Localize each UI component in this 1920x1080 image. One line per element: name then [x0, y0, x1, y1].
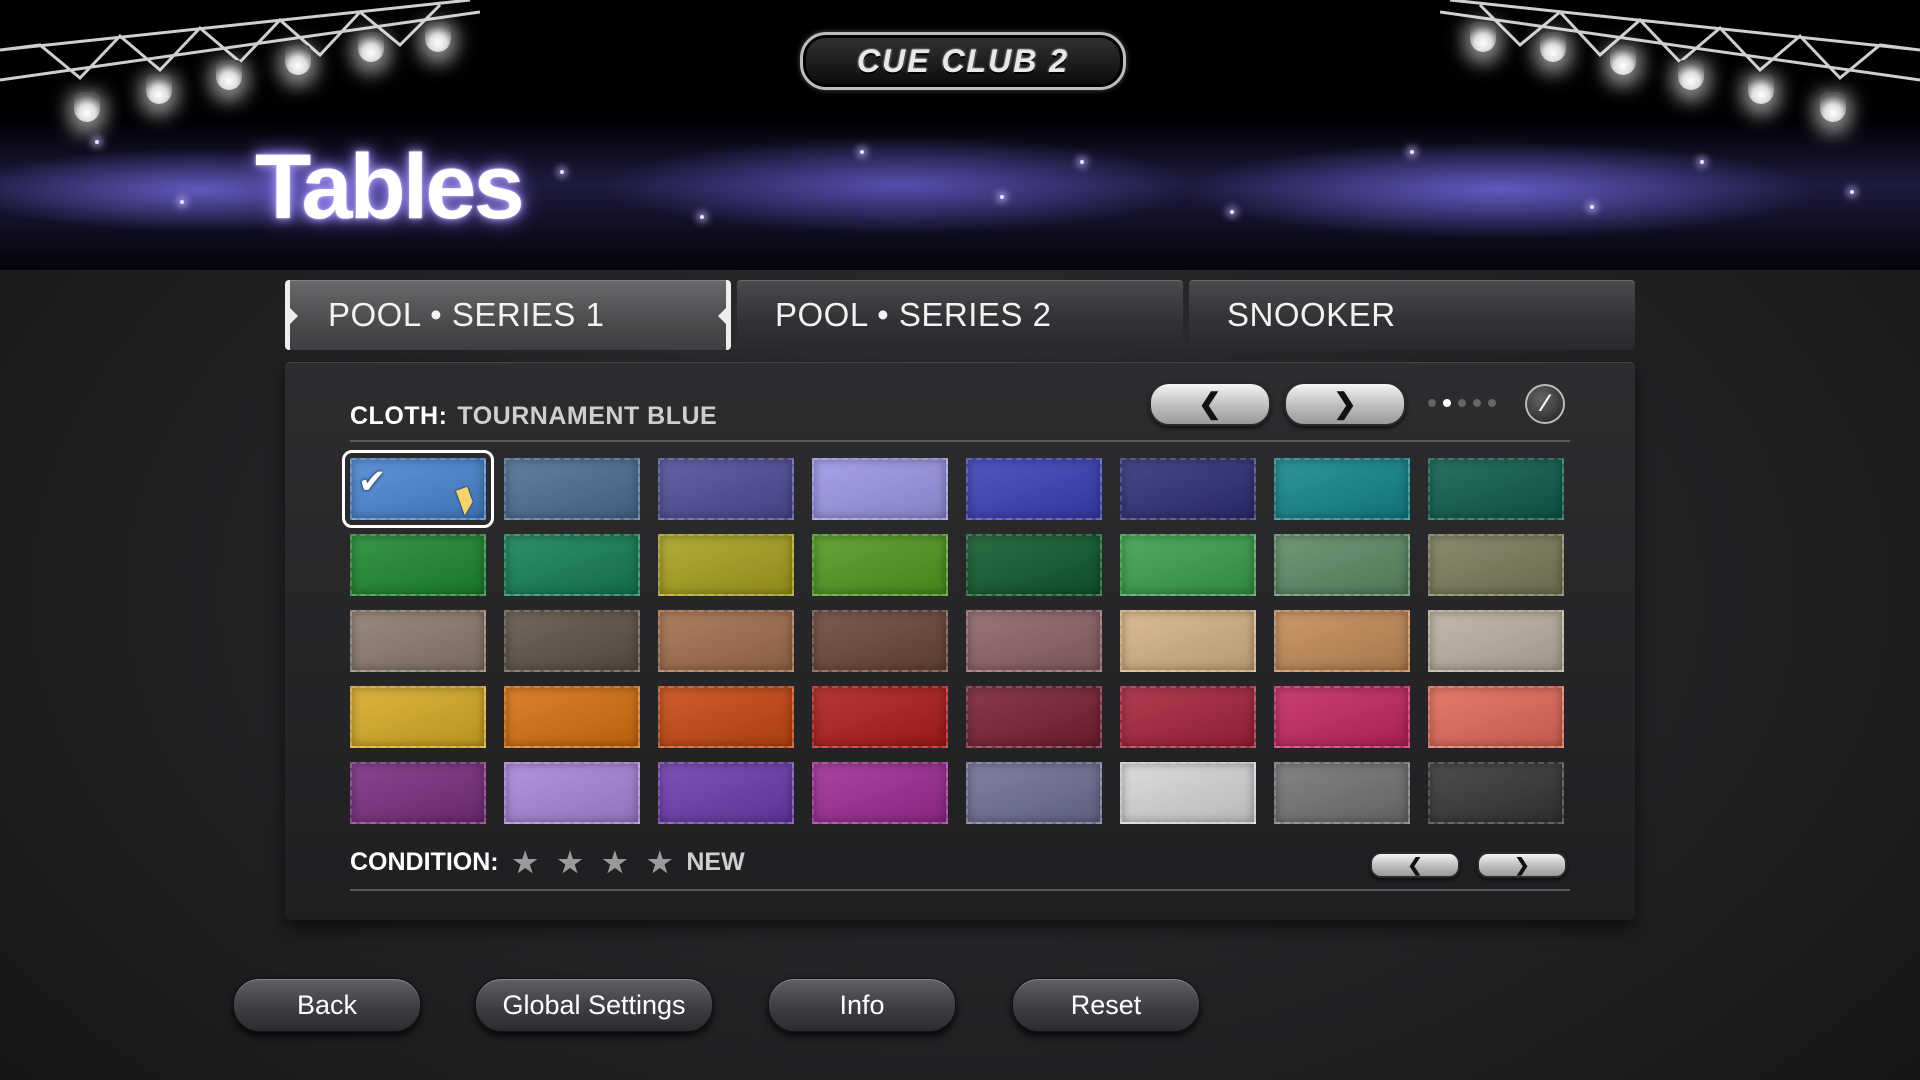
edit-slash-button[interactable]: ∕: [1525, 384, 1565, 424]
page-dot: [1458, 399, 1466, 407]
cloth-swatch[interactable]: [1428, 534, 1564, 596]
cloth-swatch[interactable]: [1120, 686, 1256, 748]
cloth-swatch[interactable]: [504, 534, 640, 596]
cloth-swatch[interactable]: [966, 686, 1102, 748]
cloth-swatch[interactable]: [1274, 534, 1410, 596]
chevron-right-icon: ❯: [1514, 855, 1530, 875]
cloth-swatch-selected[interactable]: ✔: [342, 450, 494, 528]
condition-row: CONDITION: ★ ★ ★ ★ NEW: [350, 846, 745, 879]
page-dot: [1428, 399, 1436, 407]
info-button[interactable]: Info: [768, 978, 956, 1032]
cloth-swatch[interactable]: [966, 458, 1102, 520]
spotlight-icon: [216, 60, 242, 90]
cloth-swatch[interactable]: [1274, 458, 1410, 520]
cloth-swatch[interactable]: [1274, 686, 1410, 748]
cloth-swatch[interactable]: [658, 534, 794, 596]
spotlight-icon: [358, 32, 384, 62]
spotlight-icon: [146, 74, 172, 104]
spotlight-icon: [1678, 60, 1704, 90]
spotlight-icon: [1470, 22, 1496, 52]
cloth-swatch[interactable]: [1428, 762, 1564, 824]
cloth-swatch[interactable]: [812, 610, 948, 672]
cloth-swatch[interactable]: [504, 762, 640, 824]
cloth-swatch[interactable]: [966, 610, 1102, 672]
cloth-swatch[interactable]: [812, 534, 948, 596]
cloth-label: CLOTH:: [350, 402, 448, 430]
cloth-swatch[interactable]: [1274, 762, 1410, 824]
condition-next-button[interactable]: ❯: [1477, 852, 1567, 878]
page-title: Tables: [255, 136, 525, 238]
spotlight-icon: [1610, 45, 1636, 75]
cloth-swatch[interactable]: [350, 762, 486, 824]
cloth-swatch[interactable]: [658, 762, 794, 824]
spotlight-icon: [1820, 92, 1846, 122]
cloth-divider: [350, 440, 1570, 442]
cloth-swatch[interactable]: [350, 686, 486, 748]
cloth-swatch[interactable]: [812, 686, 948, 748]
page-indicator: [1428, 399, 1496, 407]
cloth-swatch[interactable]: [1428, 610, 1564, 672]
cloth-swatch[interactable]: [350, 610, 486, 672]
page-dot-current: [1443, 399, 1451, 407]
spotlight-icon: [425, 22, 451, 52]
game-logo: CUE CLUB 2: [800, 32, 1126, 90]
cloth-swatch[interactable]: [658, 686, 794, 748]
cloth-swatch[interactable]: [504, 610, 640, 672]
cloth-swatch[interactable]: [504, 686, 640, 748]
cloth-heading: CLOTH: TOURNAMENT BLUE: [350, 402, 717, 431]
global-settings-button[interactable]: Global Settings: [475, 978, 713, 1032]
cloth-panel: CLOTH: TOURNAMENT BLUE ❮ ❯ ∕ ✔ CONDITION:…: [285, 362, 1635, 920]
cloth-value: TOURNAMENT BLUE: [457, 402, 718, 430]
cloth-swatch[interactable]: [1428, 686, 1564, 748]
condition-value: NEW: [686, 848, 745, 876]
slash-icon: ∕: [1542, 390, 1547, 417]
cloth-swatch[interactable]: [1120, 458, 1256, 520]
tab-pool-series-1[interactable]: POOL • SERIES 1: [285, 280, 731, 350]
cloth-swatch[interactable]: [966, 534, 1102, 596]
page-dot: [1488, 399, 1496, 407]
chevron-left-icon: ❮: [1407, 855, 1423, 875]
tab-pool-series-2[interactable]: POOL • SERIES 2: [737, 280, 1183, 350]
cloth-swatch[interactable]: [350, 534, 486, 596]
tab-snooker[interactable]: SNOOKER: [1189, 280, 1635, 350]
cloth-prev-button[interactable]: ❮: [1149, 382, 1271, 426]
cloth-swatch[interactable]: [1274, 610, 1410, 672]
cloth-swatch[interactable]: [1120, 762, 1256, 824]
condition-label: CONDITION:: [350, 848, 499, 876]
cloth-swatch[interactable]: [812, 458, 948, 520]
reset-button[interactable]: Reset: [1012, 978, 1200, 1032]
spotlight-icon: [74, 92, 100, 122]
cloth-swatch[interactable]: [658, 458, 794, 520]
cloth-swatch[interactable]: [966, 762, 1102, 824]
page-dot: [1473, 399, 1481, 407]
condition-stars: ★ ★ ★ ★: [512, 847, 679, 878]
cloth-swatch[interactable]: [658, 610, 794, 672]
cloth-swatch[interactable]: [1428, 458, 1564, 520]
cloth-swatch[interactable]: [812, 762, 948, 824]
table-type-tabs: POOL • SERIES 1 POOL • SERIES 2 SNOOKER: [285, 280, 1635, 350]
cloth-next-button[interactable]: ❯: [1284, 382, 1406, 426]
cloth-swatch[interactable]: [1120, 534, 1256, 596]
condition-divider: [350, 889, 1570, 891]
spotlight-icon: [1540, 32, 1566, 62]
spotlight-icon: [285, 45, 311, 75]
chevron-right-icon: ❯: [1333, 388, 1357, 419]
checkmark-icon: ✔: [358, 463, 387, 501]
cloth-swatch[interactable]: [1120, 610, 1256, 672]
chevron-left-icon: ❮: [1198, 388, 1222, 419]
cloth-swatch[interactable]: [504, 458, 640, 520]
condition-prev-button[interactable]: ❮: [1370, 852, 1460, 878]
cloth-swatch-grid: ✔: [342, 450, 1564, 824]
spotlight-icon: [1748, 74, 1774, 104]
mouse-cursor-icon: [455, 486, 477, 516]
back-button[interactable]: Back: [233, 978, 421, 1032]
